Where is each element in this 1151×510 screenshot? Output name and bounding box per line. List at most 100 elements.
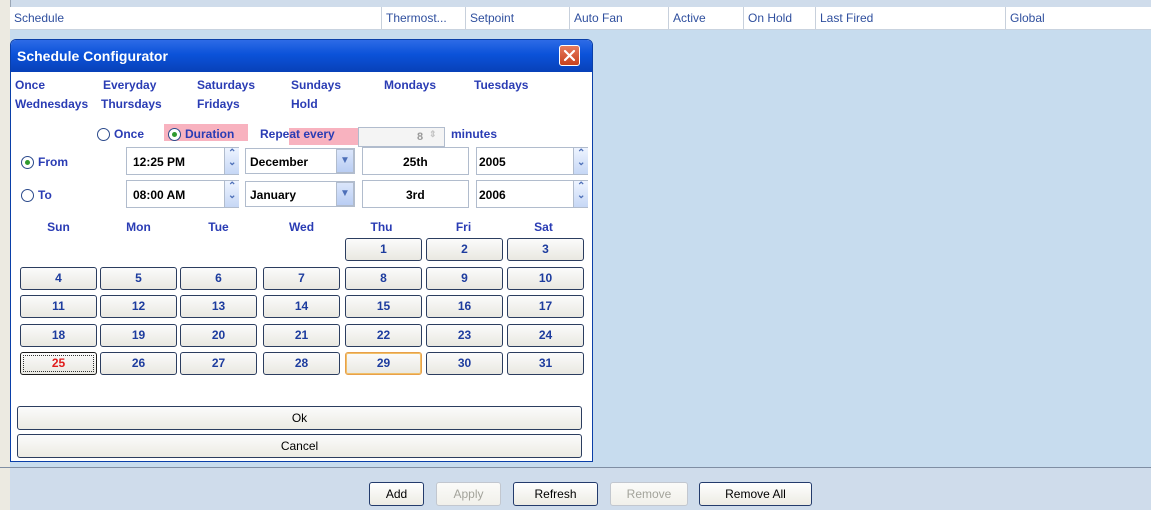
repeat-minutes-spinner[interactable]: 8 ⇕ [358, 127, 445, 147]
preset-saturdays[interactable]: Saturdays [197, 78, 255, 92]
day-button-16[interactable]: 16 [426, 295, 503, 318]
preset-wednesdays[interactable]: Wednesdays [15, 97, 88, 111]
day-button-23[interactable]: 23 [426, 324, 503, 347]
from-radio-label[interactable]: From [38, 155, 68, 169]
column-setpoint[interactable]: Setpoint [465, 7, 569, 29]
weekday-tue: Tue [208, 220, 229, 234]
cancel-button[interactable]: Cancel [17, 434, 582, 458]
to-month-dropdown-icon[interactable]: ▼ [336, 182, 354, 206]
from-radio[interactable] [21, 156, 34, 169]
from-day-field[interactable]: 25th [362, 147, 469, 175]
remove-all-button[interactable]: Remove All [699, 482, 812, 506]
day-button-13[interactable]: 13 [180, 295, 257, 318]
preset-mondays[interactable]: Mondays [384, 78, 436, 92]
preset-once[interactable]: Once [15, 78, 45, 92]
column-thermostat[interactable]: Thermost... [381, 7, 465, 29]
preset-tuesdays[interactable]: Tuesdays [474, 78, 528, 92]
dialog-title-bar[interactable]: Schedule Configurator [11, 40, 592, 72]
remove-button[interactable]: Remove [610, 482, 688, 506]
day-button-21[interactable]: 21 [263, 324, 340, 347]
to-year-spinner-icon[interactable] [573, 181, 588, 207]
day-button-12[interactable]: 12 [100, 295, 177, 318]
from-month-dropdown-icon[interactable]: ▼ [336, 149, 354, 173]
column-global[interactable]: Global [1005, 7, 1151, 29]
day-button-10[interactable]: 10 [507, 267, 584, 290]
from-time-field[interactable]: 12:25 PM [126, 147, 239, 175]
to-time-field[interactable]: 08:00 AM [126, 180, 239, 208]
day-button-3[interactable]: 3 [507, 238, 584, 261]
day-button-19[interactable]: 19 [100, 324, 177, 347]
from-time-value: 12:25 PM [133, 155, 186, 169]
repeat-minutes-value: 8 [417, 131, 424, 143]
weekday-thu: Thu [370, 220, 393, 234]
minutes-label: minutes [451, 127, 498, 141]
to-radio[interactable] [21, 189, 34, 202]
day-button-24[interactable]: 24 [507, 324, 584, 347]
column-auto-fan[interactable]: Auto Fan [569, 7, 668, 29]
preset-thursdays[interactable]: Thursdays [101, 97, 162, 111]
day-button-28[interactable]: 28 [263, 352, 340, 375]
day-button-6[interactable]: 6 [180, 267, 257, 290]
column-schedule[interactable]: Schedule [10, 7, 381, 29]
preset-sundays[interactable]: Sundays [291, 78, 341, 92]
day-button-7[interactable]: 7 [263, 267, 340, 290]
apply-button[interactable]: Apply [436, 482, 501, 506]
duration-radio-label[interactable]: Duration [185, 127, 234, 141]
day-button-17[interactable]: 17 [507, 295, 584, 318]
day-button-9[interactable]: 9 [426, 267, 503, 290]
column-last-fired[interactable]: Last Fired [815, 7, 1005, 29]
column-active[interactable]: Active [668, 7, 743, 29]
day-button-22[interactable]: 22 [345, 324, 422, 347]
day-button-8[interactable]: 8 [345, 267, 422, 290]
day-button-30[interactable]: 30 [426, 352, 503, 375]
once-radio-label[interactable]: Once [114, 127, 144, 141]
refresh-button[interactable]: Refresh [513, 482, 598, 506]
day-button-14[interactable]: 14 [263, 295, 340, 318]
day-button-15[interactable]: 15 [345, 295, 422, 318]
day-button-31[interactable]: 31 [507, 352, 584, 375]
to-month-select[interactable]: January ▼ [245, 181, 355, 207]
to-time-value: 08:00 AM [133, 188, 186, 202]
preset-hold[interactable]: Hold [291, 97, 318, 111]
day-button-27[interactable]: 27 [180, 352, 257, 375]
close-icon[interactable] [559, 45, 580, 66]
schedule-configurator-dialog: Schedule Configurator Once Everyday Satu… [10, 39, 593, 462]
to-month-value: January [250, 188, 297, 202]
from-month-value: December [250, 155, 309, 169]
weekday-mon: Mon [126, 220, 151, 234]
repeat-every-label: Repeat every [260, 127, 335, 141]
from-year-field[interactable]: 2005 [476, 147, 588, 175]
ok-button[interactable]: Ok [17, 406, 582, 430]
column-on-hold[interactable]: On Hold [743, 7, 815, 29]
weekday-sun: Sun [47, 220, 70, 234]
to-radio-label[interactable]: To [38, 188, 52, 202]
once-radio[interactable] [97, 128, 110, 141]
to-year-value: 2006 [479, 188, 506, 202]
table-header: Schedule Thermost... Setpoint Auto Fan A… [10, 7, 1151, 30]
from-month-select[interactable]: December ▼ [245, 148, 355, 174]
day-button-11[interactable]: 11 [20, 295, 97, 318]
preset-everyday[interactable]: Everyday [103, 78, 156, 92]
preset-fridays[interactable]: Fridays [197, 97, 240, 111]
duration-radio[interactable] [168, 128, 181, 141]
to-time-spinner-icon[interactable] [224, 181, 239, 207]
to-year-field[interactable]: 2006 [476, 180, 588, 208]
day-button-4[interactable]: 4 [20, 267, 97, 290]
to-day-field[interactable]: 3rd [362, 180, 469, 208]
day-button-20[interactable]: 20 [180, 324, 257, 347]
weekday-sat: Sat [534, 220, 553, 234]
day-button-29[interactable]: 29 [345, 352, 422, 375]
day-button-26[interactable]: 26 [100, 352, 177, 375]
day-button-25[interactable]: 25 [20, 352, 97, 375]
from-day-value: 25th [403, 155, 428, 169]
add-button[interactable]: Add [369, 482, 424, 506]
day-button-18[interactable]: 18 [20, 324, 97, 347]
day-button-1[interactable]: 1 [345, 238, 422, 261]
from-year-spinner-icon[interactable] [573, 148, 588, 174]
day-button-5[interactable]: 5 [100, 267, 177, 290]
day-button-2[interactable]: 2 [426, 238, 503, 261]
from-time-spinner-icon[interactable] [224, 148, 239, 174]
from-year-value: 2005 [479, 155, 506, 169]
spinner-arrows-icon: ⇕ [429, 129, 437, 139]
dialog-title: Schedule Configurator [17, 48, 168, 64]
